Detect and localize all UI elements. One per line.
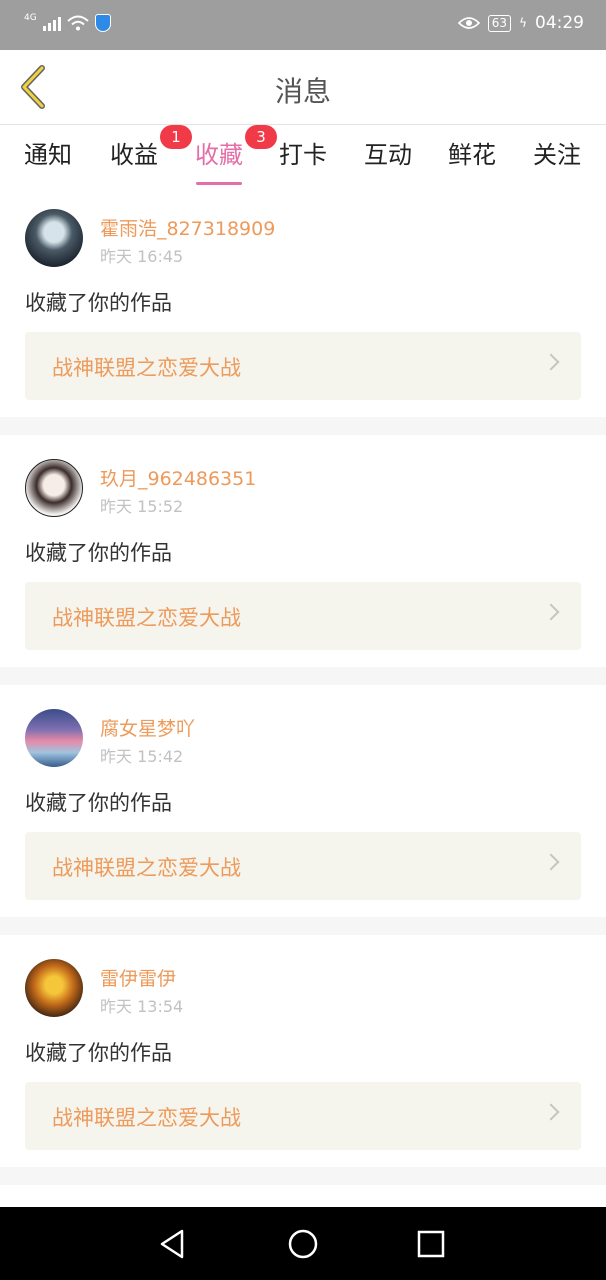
message-card: 玖月_962486351 昨天 15:52 收藏了你的作品 战神联盟之恋爱大战 [0,435,606,667]
tab-label: 互动 [364,141,412,169]
page-title: 消息 [274,75,331,108]
status-time: 04:29 [535,13,584,33]
chevron-right-icon [542,353,560,371]
square-recent-icon[interactable] [414,1227,448,1261]
circle-home-icon[interactable] [286,1227,320,1261]
charging-icon: ϟ [519,16,527,30]
tab-label: 打卡 [279,141,327,169]
work-link[interactable]: 战神联盟之恋爱大战 [25,832,581,900]
username-link[interactable]: 腐女星梦吖 [100,714,195,741]
work-title: 战神联盟之恋爱大战 [52,856,241,880]
message-card: 霍雨浩_827318909 昨天 16:45 收藏了你的作品 战神联盟之恋爱大战 [0,185,606,417]
tab-notifications[interactable]: 通知 [24,135,72,170]
work-title: 战神联盟之恋爱大战 [52,1106,241,1130]
battery-level: 63 [487,14,512,32]
message-time: 昨天 15:52 [100,497,184,516]
status-right: 63 ϟ 04:29 [457,13,584,33]
app-header: 消息 [0,50,606,125]
username-link[interactable]: 霍雨浩_827318909 [100,214,275,241]
message-text: 收藏了你的作品 [25,541,172,565]
message-time: 昨天 16:45 [100,247,184,266]
chevron-right-icon [542,1103,560,1121]
message-text: 收藏了你的作品 [25,1041,172,1065]
unread-badge: 1 [160,125,192,149]
message-time: 昨天 13:54 [100,997,184,1016]
work-link[interactable]: 战神联盟之恋爱大战 [25,1082,581,1150]
signal-icon [42,15,61,31]
work-title: 战神联盟之恋爱大战 [52,356,241,380]
username-link[interactable]: 雷伊雷伊 [100,964,176,991]
message-text: 收藏了你的作品 [25,291,172,315]
tab-interaction[interactable]: 互动 [364,135,412,170]
message-card: 腐女星梦吖 昨天 15:42 收藏了你的作品 战神联盟之恋爱大战 [0,685,606,917]
avatar[interactable] [25,459,83,517]
tab-label: 通知 [24,141,72,169]
triangle-back-icon[interactable] [155,1227,189,1261]
username-link[interactable]: 玖月_962486351 [100,464,256,491]
tab-label: 收藏 [195,141,243,169]
tab-bar: 通知 收益 1 收藏 3 打卡 互动 鲜花 关注 [0,125,606,185]
tab-favorites[interactable]: 收藏 3 [195,125,277,185]
system-nav-bar [0,1207,606,1280]
status-bar: 4G 63 ϟ 04:29 [0,0,606,50]
chevron-right-icon [542,853,560,871]
status-left: 4G [24,12,111,32]
message-card: 雷伊雷伊 昨天 13:54 收藏了你的作品 战神联盟之恋爱大战 [0,935,606,1167]
work-link[interactable]: 战神联盟之恋爱大战 [25,332,581,400]
wifi-icon [67,15,89,31]
shield-icon [94,14,111,32]
tab-follows[interactable]: 关注 [533,135,581,170]
tab-flowers[interactable]: 鲜花 [448,135,496,170]
tab-label: 鲜花 [448,141,496,169]
tab-earnings[interactable]: 收益 1 [110,125,192,170]
network-type: 4G [24,12,37,23]
avatar[interactable] [25,959,83,1017]
avatar[interactable] [25,209,83,267]
eye-icon [457,17,480,29]
unread-badge: 3 [245,125,277,149]
message-time: 昨天 15:42 [100,747,184,766]
work-link[interactable]: 战神联盟之恋爱大战 [25,582,581,650]
tab-label: 收益 [110,141,158,169]
avatar[interactable] [25,709,83,767]
message-text: 收藏了你的作品 [25,791,172,815]
tab-checkin[interactable]: 打卡 [279,135,327,170]
message-list: 霍雨浩_827318909 昨天 16:45 收藏了你的作品 战神联盟之恋爱大战… [0,185,606,1225]
work-title: 战神联盟之恋爱大战 [52,606,241,630]
tab-label: 关注 [533,141,581,169]
chevron-right-icon [542,603,560,621]
